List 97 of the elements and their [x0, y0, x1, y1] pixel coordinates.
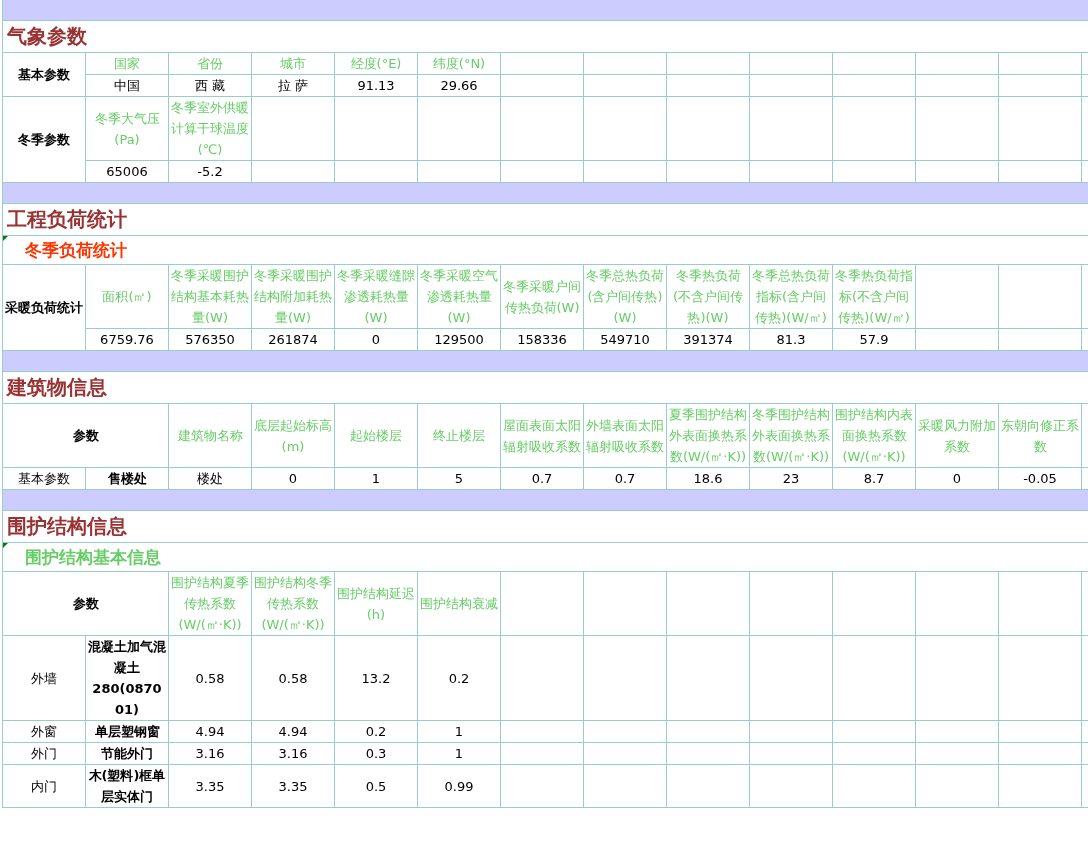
column-header: 采暖风力附加系数: [916, 404, 998, 467]
table-cell: 129500: [418, 329, 500, 350]
column-header: 纬度(°N): [418, 53, 500, 74]
table-cell: 4.94: [252, 721, 334, 742]
table-cell: 西 藏: [169, 75, 251, 96]
column-header: 冬季采暖围护结构附加耗热量(W): [252, 265, 334, 328]
column-header: 建筑物名称: [169, 404, 251, 467]
table-cell: 3.16: [169, 743, 251, 764]
table-cell: 中国: [86, 75, 168, 96]
table-cell: 楼处: [169, 468, 251, 489]
column-header: 省份: [169, 53, 251, 74]
column-header: 围护结构夏季传热系数(W/(㎡·K)): [169, 572, 251, 635]
column-header: 起始楼层: [335, 404, 417, 467]
subsection-title: 冬季负荷统计: [25, 238, 127, 262]
table-cell: 18.6: [667, 468, 749, 489]
row-label: 基本参数: [3, 53, 85, 96]
column-header: 屋面表面太阳辐射吸收系数: [501, 404, 583, 467]
table-cell: 0.58: [169, 636, 251, 720]
column-header: 面积(㎡): [86, 265, 168, 328]
column-header: 城市: [252, 53, 334, 74]
column-header: 冬季热负荷指标(不含户间传热)(W/㎡): [833, 265, 915, 328]
table-cell: 6759.76: [86, 329, 168, 350]
table-cell: 29.66: [418, 75, 500, 96]
column-header: 冬季采暖缝隙渗透耗热量(W): [335, 265, 417, 328]
column-header: 终止楼层: [418, 404, 500, 467]
row-label: 内门: [3, 765, 85, 807]
table-cell: 木(塑料)框单层实体门: [86, 765, 168, 807]
table-cell: 0.3: [335, 743, 417, 764]
subsection-title: 围护结构基本信息: [25, 545, 161, 569]
table-cell: 23: [750, 468, 832, 489]
table-cell: 576350: [169, 329, 251, 350]
row-label: 外门: [3, 743, 85, 764]
column-header: 冬季采暖空气渗透耗热量(W): [418, 265, 500, 328]
column-header: 外墙表面太阳辐射吸收系数: [584, 404, 666, 467]
column-header: 东朝向修正系数: [999, 404, 1081, 467]
column-header: 经度(°E): [335, 53, 417, 74]
column-header: 冬季总热负荷(含户间传热)(W): [584, 265, 666, 328]
section-title: 围护结构信息: [3, 511, 1088, 542]
table-cell: 8.7: [833, 468, 915, 489]
column-header: 夏季围护结构外表面换热系数(W/(㎡·K)): [667, 404, 749, 467]
table-cell: 售楼处: [86, 468, 168, 489]
table-cell: -5.2: [169, 161, 251, 182]
column-header: 围护结构内表面换热系数(W/(㎡·K)): [833, 404, 915, 467]
column-header: 冬季围护结构外表面换热系数(W/(㎡·K)): [750, 404, 832, 467]
table-cell: 57.9: [833, 329, 915, 350]
table-cell: 261874: [252, 329, 334, 350]
column-header: 围护结构冬季传热系数(W/(㎡·K)): [252, 572, 334, 635]
table-cell: 81.3: [750, 329, 832, 350]
table-cell: 1: [418, 743, 500, 764]
column-header: 国家: [86, 53, 168, 74]
row-label: 参数: [3, 572, 168, 635]
section-title: 工程负荷统计: [3, 204, 1088, 235]
table-cell: 158336: [501, 329, 583, 350]
column-header: 底层起始标高(m): [252, 404, 334, 467]
row-label: 外墙: [3, 636, 85, 720]
table-cell: 0: [335, 329, 417, 350]
row-label: 采暖负荷统计: [3, 265, 85, 350]
column-header: 冬季采暖围护结构基本耗热量(W): [169, 265, 251, 328]
table-cell: 0: [916, 468, 998, 489]
table-cell: 单层塑钢窗: [86, 721, 168, 742]
row-label: 参数: [3, 404, 168, 467]
table-cell: 0.2: [418, 636, 500, 720]
table-cell: 5: [418, 468, 500, 489]
column-header: 围护结构延迟(h): [335, 572, 417, 635]
table-cell: 4.94: [169, 721, 251, 742]
table-cell: 391374: [667, 329, 749, 350]
row-label: 基本参数: [3, 468, 85, 489]
table-cell: 65006: [86, 161, 168, 182]
table-cell: 3.35: [169, 765, 251, 807]
row-label: 外窗: [3, 721, 85, 742]
table-cell: 拉 萨: [252, 75, 334, 96]
section-title: 建筑物信息: [3, 372, 1088, 403]
column-header: 冬季采暖户间传热负荷(W): [501, 265, 583, 328]
table-cell: 0.7: [501, 468, 583, 489]
table-cell: 3.16: [252, 743, 334, 764]
table-cell: 1: [418, 721, 500, 742]
column-header: 冬季大气压(Pa): [86, 97, 168, 160]
table-cell: 13.2: [335, 636, 417, 720]
table-cell: 0.5: [335, 765, 417, 807]
table-cell: 0.99: [418, 765, 500, 807]
table-cell: 0.2: [335, 721, 417, 742]
table-cell: 91.13: [335, 75, 417, 96]
table-cell: 1: [335, 468, 417, 489]
table-cell: 3.35: [252, 765, 334, 807]
table-cell: 0: [252, 468, 334, 489]
table-cell: 0.58: [252, 636, 334, 720]
table-cell: 节能外门: [86, 743, 168, 764]
section-title: 气象参数: [3, 21, 1088, 52]
table-cell: -0.05: [999, 468, 1081, 489]
table-cell: 混凝土加气混凝土280(087001): [86, 636, 168, 720]
table-cell: 0.7: [584, 468, 666, 489]
column-header: 冬季热负荷(不含户间传热)(W): [667, 265, 749, 328]
column-header: 冬季总热负荷指标(含户间传热)(W/㎡): [750, 265, 832, 328]
column-header: 冬季室外供暖计算干球温度(℃): [169, 97, 251, 160]
column-header: 围护结构衰减: [418, 572, 500, 635]
table-cell: 549710: [584, 329, 666, 350]
row-label: 冬季参数: [3, 97, 85, 182]
